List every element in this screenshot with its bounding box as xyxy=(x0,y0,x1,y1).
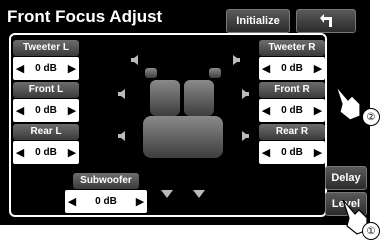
subwoofer-speaker-icon xyxy=(161,190,173,198)
page-title: Front Focus Adjust xyxy=(7,7,163,26)
channel-value: 0 dB xyxy=(35,63,57,74)
increase-button[interactable]: ▶ xyxy=(65,57,79,80)
decrease-button[interactable]: ◀ xyxy=(65,190,79,213)
callout-2: ② xyxy=(362,108,380,126)
channel-front-r: Front R ◀ 0 dB ▶ xyxy=(259,82,325,123)
speaker-icon xyxy=(131,55,138,65)
channel-front-l: Front L ◀ 0 dB ▶ xyxy=(13,82,79,123)
channel-value: 0 dB xyxy=(95,196,117,207)
callout-1: ① xyxy=(362,222,380,240)
channel-tweeter-l: Tweeter L ◀ 0 dB ▶ xyxy=(13,40,79,81)
channel-value: 0 dB xyxy=(35,105,57,116)
increase-button[interactable]: ▶ xyxy=(311,99,325,122)
subwoofer-speaker-icon xyxy=(193,190,205,198)
speaker-icon xyxy=(118,89,125,99)
decrease-button[interactable]: ◀ xyxy=(13,99,27,122)
channel-value: 0 dB xyxy=(35,147,57,158)
decrease-button[interactable]: ◀ xyxy=(259,99,273,122)
speaker-icon xyxy=(242,89,249,99)
increase-button[interactable]: ▶ xyxy=(311,141,325,164)
back-arrow-icon xyxy=(320,14,332,27)
channel-label: Tweeter L xyxy=(13,40,79,56)
decrease-button[interactable]: ◀ xyxy=(13,141,27,164)
channel-value: 0 dB xyxy=(281,63,303,74)
channel-value: 0 dB xyxy=(281,147,303,158)
initialize-button[interactable]: Initialize xyxy=(226,9,290,33)
channel-label: Rear L xyxy=(13,124,79,140)
increase-button[interactable]: ▶ xyxy=(65,99,79,122)
speaker-icon xyxy=(233,55,240,65)
channel-label: Rear R xyxy=(259,124,325,140)
increase-button[interactable]: ▶ xyxy=(133,190,147,213)
channel-label: Subwoofer xyxy=(73,173,139,189)
speaker-icon xyxy=(118,131,125,141)
channel-tweeter-r: Tweeter R ◀ 0 dB ▶ xyxy=(259,40,325,81)
back-button[interactable] xyxy=(296,9,356,33)
delay-button[interactable]: Delay xyxy=(325,166,367,190)
channel-value: 0 dB xyxy=(281,105,303,116)
channel-label: Front R xyxy=(259,82,325,98)
speaker-icon xyxy=(242,131,249,141)
decrease-button[interactable]: ◀ xyxy=(259,57,273,80)
channel-rear-r: Rear R ◀ 0 dB ▶ xyxy=(259,124,325,165)
increase-button[interactable]: ▶ xyxy=(311,57,325,80)
decrease-button[interactable]: ◀ xyxy=(13,57,27,80)
channel-rear-l: Rear L ◀ 0 dB ▶ xyxy=(13,124,79,165)
decrease-button[interactable]: ◀ xyxy=(259,141,273,164)
channel-label: Front L xyxy=(13,82,79,98)
channel-label: Tweeter R xyxy=(259,40,325,56)
channel-subwoofer: Subwoofer ◀ 0 dB ▶ xyxy=(65,173,147,214)
increase-button[interactable]: ▶ xyxy=(65,141,79,164)
screen: Front Focus Adjust Initialize Tweeter L … xyxy=(0,0,370,225)
